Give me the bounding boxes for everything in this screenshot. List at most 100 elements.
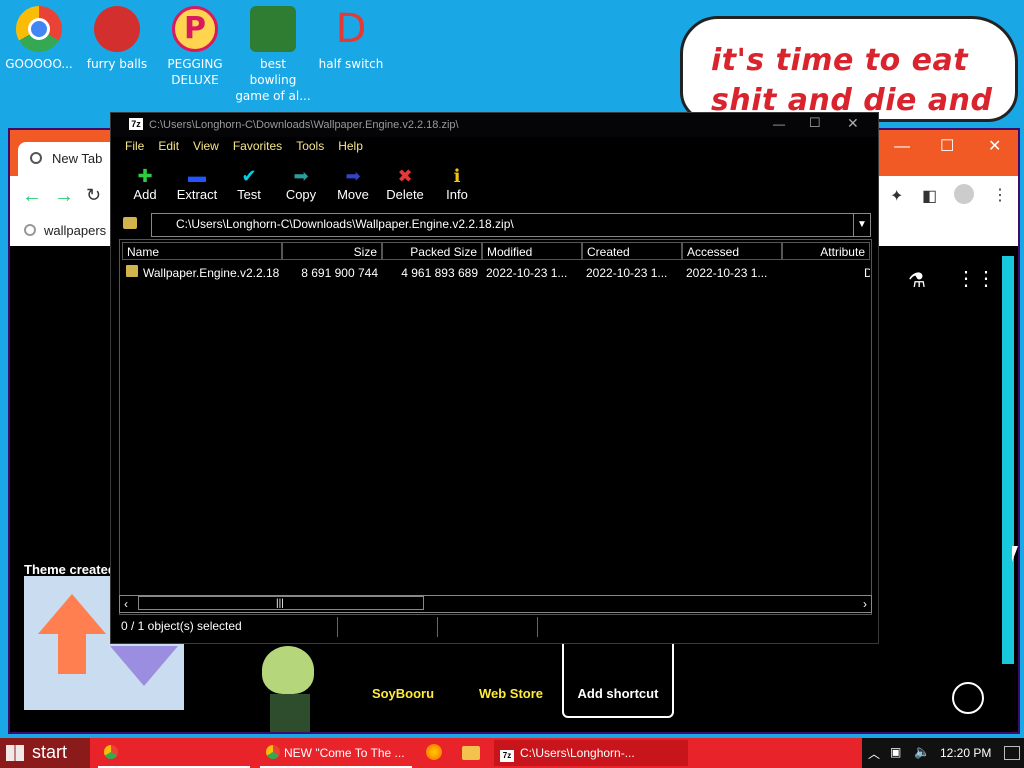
close-icon[interactable]: ✕ bbox=[847, 115, 859, 132]
file-explorer-icon[interactable] bbox=[462, 746, 480, 760]
firefox-icon[interactable] bbox=[426, 744, 442, 760]
menu-help[interactable]: Help bbox=[338, 139, 363, 153]
column-header-accessed[interactable]: Accessed bbox=[682, 242, 782, 260]
sevenzip-title-bar[interactable]: 7z C:\Users\Longhorn-C\Downloads\Wallpap… bbox=[111, 113, 878, 137]
toolbar-label: Move bbox=[337, 187, 369, 202]
scrollbar[interactable] bbox=[1002, 252, 1014, 722]
network-icon[interactable]: ▣ bbox=[890, 745, 901, 759]
column-header-created[interactable]: Created bbox=[582, 242, 682, 260]
column-header-packed-size[interactable]: Packed Size bbox=[382, 242, 482, 260]
copy-button[interactable]: ➡ Copy bbox=[275, 165, 327, 202]
minimize-icon[interactable]: — bbox=[894, 138, 910, 156]
menu-favorites[interactable]: Favorites bbox=[233, 139, 282, 153]
sevenzip-app-icon: 7z bbox=[129, 118, 143, 130]
7zip-icon: 7z bbox=[500, 750, 514, 762]
menu-file[interactable]: File bbox=[125, 139, 144, 153]
file-list: Name Size Packed Size Modified Created A… bbox=[119, 239, 872, 615]
minus-icon: ▬ bbox=[188, 166, 206, 186]
toolbar-label: Delete bbox=[386, 187, 424, 202]
speech-bubble: it's time to eat shit and die and chew bbox=[680, 16, 1018, 158]
move-button[interactable]: ➡ Move bbox=[327, 165, 379, 202]
status-divider bbox=[437, 617, 438, 637]
taskbar-item-label: C:\Users\Longhorn-... bbox=[520, 746, 635, 760]
chevron-up-icon[interactable]: ︿ bbox=[868, 745, 880, 762]
column-header-name[interactable]: Name bbox=[122, 242, 282, 260]
minimize-icon[interactable]: — bbox=[773, 117, 785, 131]
window-title: C:\Users\Longhorn-C\Downloads\Wallpaper.… bbox=[149, 119, 459, 131]
toolbar-label: Extract bbox=[176, 187, 218, 202]
clock[interactable]: 12:20 PM bbox=[940, 746, 991, 760]
menu-icon[interactable]: ⋮ bbox=[992, 185, 1008, 205]
theme-credit: Theme created bbox=[24, 562, 116, 577]
menu-tools[interactable]: Tools bbox=[296, 139, 324, 153]
horizontal-scrollbar[interactable]: ‹ ||| › bbox=[119, 595, 872, 613]
taskbar-item-label: NEW "Come To The ... bbox=[284, 746, 405, 760]
start-label: start bbox=[32, 742, 68, 762]
scroll-left-icon[interactable]: ‹ bbox=[124, 596, 128, 612]
sidebar-icon[interactable]: ◧ bbox=[922, 186, 937, 206]
arrow-right-icon: ➡ bbox=[293, 166, 309, 186]
taskbar-item-chrome[interactable]: NEW "Come To The ... bbox=[260, 740, 412, 768]
status-divider bbox=[537, 617, 538, 637]
chevron-down-icon[interactable]: ▼ bbox=[853, 214, 870, 236]
mouse-cursor-icon bbox=[1012, 546, 1018, 562]
shortcut-label: Add shortcut bbox=[577, 686, 659, 701]
maximize-icon[interactable]: ☐ bbox=[809, 115, 821, 131]
bookmark-wallpapers[interactable]: wallpapers bbox=[24, 223, 106, 238]
extensions-icon[interactable]: ✦ bbox=[890, 186, 903, 206]
desktop-icon-chrome[interactable]: GOOOOO... bbox=[1, 6, 77, 72]
maximize-icon[interactable]: ☐ bbox=[940, 136, 954, 156]
desktop-icon-label: PEGGING DELUXE bbox=[167, 57, 223, 87]
start-button[interactable]: start bbox=[0, 738, 90, 768]
sevenzip-window: 7z C:\Users\Longhorn-C\Downloads\Wallpap… bbox=[110, 112, 879, 644]
cell-size: 8 691 900 744 bbox=[301, 266, 378, 280]
taskbar: start NEW "Come To The ... 7z C:\Users\Lo… bbox=[0, 738, 1024, 768]
bowling-game-icon bbox=[250, 6, 296, 52]
scrollbar-thumb[interactable] bbox=[1002, 256, 1014, 664]
folder-up-icon[interactable] bbox=[123, 217, 137, 229]
desktop-icon-half-switch[interactable]: D half switch bbox=[313, 6, 389, 72]
test-button[interactable]: ✔ Test bbox=[223, 165, 275, 202]
profile-icon[interactable] bbox=[954, 184, 974, 204]
scroll-right-icon[interactable]: › bbox=[863, 596, 867, 612]
taskbar-item-7zip[interactable]: 7z C:\Users\Longhorn-... bbox=[494, 740, 688, 766]
forward-icon[interactable]: → bbox=[54, 185, 74, 208]
desktop-icon-label: GOOOOO... bbox=[5, 57, 73, 71]
menu-view[interactable]: View bbox=[193, 139, 219, 153]
arrow-right-icon: ➡ bbox=[345, 166, 361, 186]
desktop-icon-label: best bowling game of al... bbox=[235, 57, 311, 103]
delete-button[interactable]: ✖ Delete bbox=[379, 165, 431, 202]
cell-modified: 2022-10-23 1... bbox=[486, 266, 568, 280]
add-button[interactable]: ✚ Add bbox=[119, 165, 171, 202]
peridot-character-image bbox=[250, 646, 330, 732]
toolbar-label: Add bbox=[133, 187, 157, 202]
labs-flask-icon[interactable]: ⚗ bbox=[908, 268, 926, 293]
customize-circle-icon[interactable] bbox=[952, 682, 984, 714]
column-header-attribute[interactable]: Attribute bbox=[782, 242, 870, 260]
check-icon: ✔ bbox=[241, 166, 257, 186]
desktop-icon-furry-balls[interactable]: furry balls bbox=[79, 6, 155, 72]
toolbar-label: Test bbox=[237, 187, 261, 202]
furball-icon bbox=[94, 6, 140, 52]
path-combobox[interactable]: C:\Users\Longhorn-C\Downloads\Wallpaper.… bbox=[151, 213, 871, 237]
bookmark-icon bbox=[24, 224, 36, 236]
bookmark-label: wallpapers bbox=[44, 223, 107, 238]
menu-edit[interactable]: Edit bbox=[158, 139, 179, 153]
desktop-icon-bowling[interactable]: best bowling game of al... bbox=[235, 6, 311, 104]
close-icon[interactable]: ✕ bbox=[988, 136, 1001, 156]
info-button[interactable]: ℹ Info bbox=[431, 165, 483, 202]
taskbar-item-chrome-blank[interactable] bbox=[98, 740, 250, 768]
path-text: C:\Users\Longhorn-C\Downloads\Wallpaper.… bbox=[176, 217, 514, 231]
volume-icon[interactable]: 🔈 bbox=[914, 744, 930, 760]
reload-icon[interactable]: ↻ bbox=[86, 185, 101, 206]
show-desktop-icon[interactable] bbox=[1004, 746, 1020, 760]
cell-attribute: D bbox=[864, 266, 870, 280]
pegging-p-icon: P bbox=[172, 6, 218, 52]
cell-accessed: 2022-10-23 1... bbox=[686, 266, 768, 280]
chrome-icon bbox=[16, 6, 62, 52]
extract-button[interactable]: ▬ Extract bbox=[171, 165, 223, 202]
column-header-modified[interactable]: Modified bbox=[482, 242, 582, 260]
column-header-size[interactable]: Size bbox=[282, 242, 382, 260]
desktop-icon-pegging[interactable]: P PEGGING DELUXE bbox=[157, 6, 233, 88]
back-icon[interactable]: ← bbox=[22, 185, 42, 208]
